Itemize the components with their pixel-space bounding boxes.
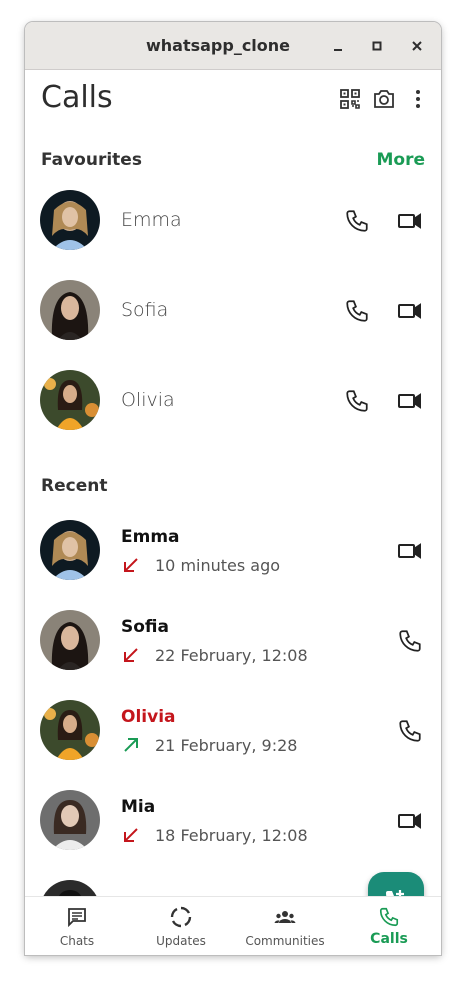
- more-options-icon[interactable]: [406, 87, 430, 111]
- contact-name: Sofia: [121, 617, 169, 637]
- avatar: [40, 700, 100, 760]
- new-call-button[interactable]: [368, 872, 424, 896]
- favourite-row[interactable]: Sofia: [25, 265, 441, 355]
- updates-icon: [170, 906, 192, 928]
- nav-label: Chats: [59, 934, 95, 948]
- contact-name: Olivia: [121, 389, 175, 411]
- app-window: whatsapp_clone Calls Favourites More Emm…: [25, 22, 441, 955]
- video-call-icon[interactable]: [397, 298, 423, 324]
- avatar: [40, 280, 100, 340]
- favourite-row[interactable]: Emma: [25, 175, 441, 265]
- avatar: [40, 880, 100, 896]
- recent-heading: Recent: [41, 476, 108, 496]
- voice-call-icon[interactable]: [344, 388, 370, 414]
- voice-call-icon[interactable]: [397, 718, 423, 744]
- contact-name: Emma: [121, 527, 180, 547]
- chat-icon: [66, 906, 88, 928]
- call-time: 10 minutes ago: [155, 556, 281, 575]
- video-call-icon[interactable]: [397, 538, 423, 564]
- recent-call-row[interactable]: Sofia 22 February, 12:08: [25, 595, 441, 685]
- bottom-navigation: Chats Updates Communities Calls: [25, 896, 441, 955]
- title-bar: whatsapp_clone: [25, 22, 441, 70]
- qr-code-icon[interactable]: [338, 87, 362, 111]
- contact-name: Olivia: [121, 707, 176, 727]
- contact-name: Emma: [121, 209, 182, 231]
- video-call-icon[interactable]: [397, 808, 423, 834]
- missed-call-arrow-icon: [121, 645, 141, 665]
- avatar: [40, 520, 100, 580]
- avatar: [40, 610, 100, 670]
- nav-communities[interactable]: Communities: [233, 897, 337, 955]
- contact-name: Sofia: [121, 299, 169, 321]
- recent-call-row[interactable]: Emma 10 minutes ago: [25, 505, 441, 595]
- contact-name: Mia: [121, 797, 156, 817]
- outgoing-call-arrow-icon: [121, 735, 141, 755]
- nav-chats[interactable]: Chats: [25, 897, 129, 955]
- communities-icon: [274, 906, 296, 928]
- video-call-icon[interactable]: [397, 388, 423, 414]
- calls-screen: Calls Favourites More Emma Sofia Olivia …: [25, 70, 441, 896]
- avatar: [40, 790, 100, 850]
- avatar: [40, 190, 100, 250]
- voice-call-icon[interactable]: [344, 298, 370, 324]
- nav-label: Updates: [156, 934, 206, 948]
- nav-calls[interactable]: Calls: [337, 897, 441, 955]
- phone-icon: [378, 906, 400, 928]
- voice-call-icon[interactable]: [397, 628, 423, 654]
- maximize-button[interactable]: [366, 35, 388, 57]
- close-button[interactable]: [406, 35, 428, 57]
- missed-call-arrow-icon: [121, 825, 141, 845]
- nav-label: Communities: [245, 934, 325, 948]
- favourites-heading: Favourites: [41, 150, 142, 170]
- call-time: 22 February, 12:08: [155, 646, 308, 665]
- more-link[interactable]: More: [376, 150, 425, 170]
- page-title: Calls: [41, 80, 113, 115]
- call-time: 21 February, 9:28: [155, 736, 298, 755]
- call-time: 18 February, 12:08: [155, 826, 308, 845]
- missed-call-arrow-icon: [121, 555, 141, 575]
- camera-icon[interactable]: [372, 87, 396, 111]
- nav-updates[interactable]: Updates: [129, 897, 233, 955]
- video-call-icon[interactable]: [397, 208, 423, 234]
- avatar: [40, 370, 100, 430]
- minimize-button[interactable]: [327, 35, 349, 57]
- recent-call-row[interactable]: Olivia 21 February, 9:28: [25, 685, 441, 775]
- recent-call-row[interactable]: Mia 18 February, 12:08: [25, 775, 441, 865]
- nav-label: Calls: [370, 931, 408, 947]
- voice-call-icon[interactable]: [344, 208, 370, 234]
- favourite-row[interactable]: Olivia: [25, 355, 441, 445]
